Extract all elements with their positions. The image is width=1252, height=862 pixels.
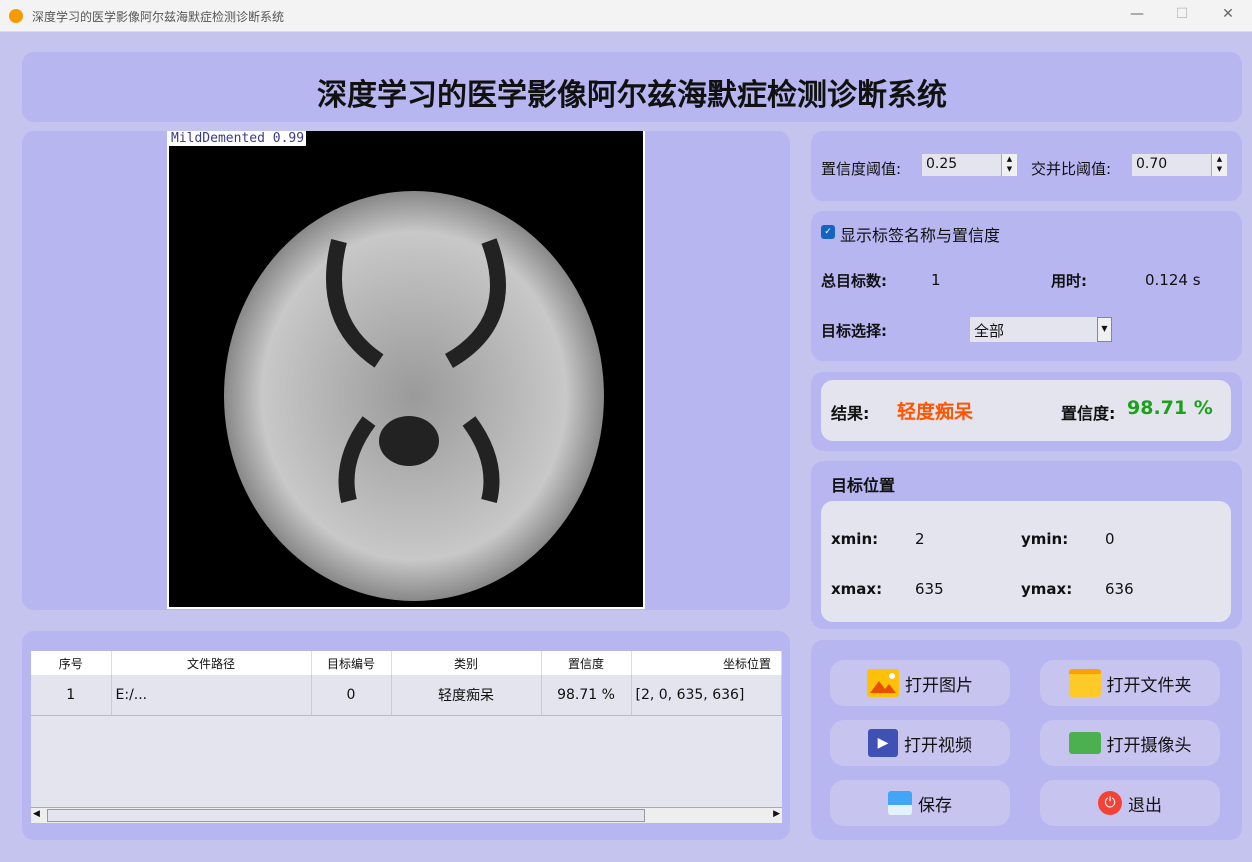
total-targets-label: 总目标数: xyxy=(821,272,887,290)
page-title: 深度学习的医学影像阿尔兹海默症检测诊断系统 xyxy=(317,78,947,113)
ymin-value: 0 xyxy=(1105,530,1115,548)
horizontal-scrollbar[interactable]: ◀ ▶ xyxy=(31,807,782,823)
position-box: xmin: 2 ymin: 0 xmax: 635 ymax: 636 xyxy=(821,501,1231,622)
conf-threshold-value: 0.25 xyxy=(926,156,958,172)
camera-icon xyxy=(1068,732,1101,754)
open-image-label: 打开图片 xyxy=(905,675,973,696)
target-select-dropdown[interactable]: 全部 ▼ xyxy=(970,317,1112,342)
xmin-value: 2 xyxy=(915,530,925,548)
open-folder-button[interactable]: 打开文件夹 xyxy=(1040,660,1220,706)
cell-path: E:/... xyxy=(111,675,312,716)
xmin-label: xmin: xyxy=(831,530,879,548)
exit-label: 退出 xyxy=(1128,795,1162,816)
time-value: 0.124 s xyxy=(1145,271,1201,289)
table-row[interactable]: 1 E:/... 0 轻度痴呆 98.71 % [2, 0, 635, 636] xyxy=(31,675,782,716)
table-panel: 序号 文件路径 目标编号 类别 置信度 坐标位置 1 E:/... 0 轻度痴呆… xyxy=(22,631,790,840)
scroll-left-icon[interactable]: ◀ xyxy=(33,809,40,819)
folder-icon xyxy=(1068,669,1101,697)
result-confidence-value: 98.71 % xyxy=(1127,397,1213,419)
target-select-label: 目标选择: xyxy=(821,322,887,340)
open-folder-label: 打开文件夹 xyxy=(1106,675,1192,696)
save-icon xyxy=(888,791,912,815)
iou-threshold-input[interactable]: 0.70 ▲ ▼ xyxy=(1132,154,1227,176)
open-video-button[interactable]: ▶ 打开视频 xyxy=(830,720,1010,766)
result-confidence-label: 置信度: xyxy=(1061,404,1116,423)
open-image-button[interactable]: 打开图片 xyxy=(830,660,1010,706)
close-button[interactable]: ✕ xyxy=(1213,6,1243,22)
show-label-text: 显示标签名称与置信度 xyxy=(840,226,1001,245)
position-panel: 目标位置 xmin: 2 ymin: 0 xmax: 635 ymax: 636 xyxy=(811,461,1242,629)
ymin-label: ymin: xyxy=(1021,530,1069,548)
ymax-value: 636 xyxy=(1105,580,1134,598)
conf-threshold-input[interactable]: 0.25 ▲ ▼ xyxy=(922,154,1017,176)
chevron-down-icon[interactable]: ▼ xyxy=(1097,317,1112,342)
col-path[interactable]: 文件路径 xyxy=(111,651,312,675)
image-icon xyxy=(867,669,899,697)
spinner-arrows-icon[interactable]: ▲ ▼ xyxy=(1001,154,1017,176)
result-label: 结果: xyxy=(831,404,870,423)
spinner-arrows-icon[interactable]: ▲ ▼ xyxy=(1211,154,1227,176)
cell-target-id: 0 xyxy=(311,675,392,716)
brain-scan-image xyxy=(224,191,604,601)
detection-label: MildDemented 0.99 xyxy=(169,131,307,146)
iou-threshold-label: 交并比阈值: xyxy=(1031,160,1112,178)
power-icon: ⏻ xyxy=(1098,791,1122,815)
scrollbar-thumb[interactable] xyxy=(47,809,645,822)
mri-image: MildDemented 0.99 xyxy=(167,131,645,609)
total-targets-value: 1 xyxy=(931,271,941,289)
table-header: 序号 文件路径 目标编号 类别 置信度 坐标位置 xyxy=(31,651,782,675)
xmax-label: xmax: xyxy=(831,580,883,598)
col-confidence[interactable]: 置信度 xyxy=(541,651,632,675)
open-camera-button[interactable]: 打开摄像头 xyxy=(1040,720,1220,766)
image-panel: MildDemented 0.99 xyxy=(22,131,790,610)
open-video-label: 打开视频 xyxy=(904,735,972,756)
result-panel: 结果: 轻度痴呆 置信度: 98.71 % xyxy=(811,372,1242,451)
results-table[interactable]: 序号 文件路径 目标编号 类别 置信度 坐标位置 1 E:/... 0 轻度痴呆… xyxy=(31,651,782,823)
minimize-button[interactable]: — xyxy=(1122,6,1152,22)
xmax-value: 635 xyxy=(915,580,944,598)
ymax-label: ymax: xyxy=(1021,580,1073,598)
conf-threshold-label: 置信度阈值: xyxy=(821,160,902,178)
save-label: 保存 xyxy=(918,795,952,816)
title-bar: 深度学习的医学影像阿尔兹海默症检测诊断系统 — ☐ ✕ xyxy=(0,0,1252,32)
stats-panel: ✓ 显示标签名称与置信度 总目标数: 1 用时: 0.124 s 目标选择: 全… xyxy=(811,211,1242,361)
col-target-id[interactable]: 目标编号 xyxy=(311,651,392,675)
col-coords[interactable]: 坐标位置 xyxy=(631,651,782,675)
header-panel: 深度学习的医学影像阿尔兹海默症检测诊断系统 xyxy=(22,52,1242,122)
exit-button[interactable]: ⏻ 退出 xyxy=(1040,780,1220,826)
threshold-panel: 置信度阈值: 0.25 ▲ ▼ 交并比阈值: 0.70 ▲ ▼ xyxy=(811,131,1242,201)
show-label-checkbox[interactable]: ✓ xyxy=(821,225,835,239)
save-button[interactable]: 保存 xyxy=(830,780,1010,826)
result-box: 结果: 轻度痴呆 置信度: 98.71 % xyxy=(821,380,1231,441)
cell-coords: [2, 0, 635, 636] xyxy=(631,675,782,716)
position-title: 目标位置 xyxy=(831,476,896,495)
iou-threshold-value: 0.70 xyxy=(1136,156,1168,172)
window-title: 深度学习的医学影像阿尔兹海默症检测诊断系统 xyxy=(32,10,285,24)
app-icon xyxy=(9,9,23,23)
cell-confidence: 98.71 % xyxy=(541,675,632,716)
maximize-button[interactable]: ☐ xyxy=(1167,6,1197,22)
cell-index: 1 xyxy=(31,675,112,716)
time-label: 用时: xyxy=(1051,272,1087,290)
target-select-value: 全部 xyxy=(974,322,1005,340)
col-index[interactable]: 序号 xyxy=(31,651,112,675)
actions-panel: 打开图片 打开文件夹 ▶ 打开视频 打开摄像头 保存 ⏻ 退出 xyxy=(811,640,1242,840)
open-camera-label: 打开摄像头 xyxy=(1106,735,1192,756)
scroll-right-icon[interactable]: ▶ xyxy=(773,809,780,819)
result-value: 轻度痴呆 xyxy=(897,401,974,423)
cell-class: 轻度痴呆 xyxy=(391,675,542,716)
col-class[interactable]: 类别 xyxy=(391,651,542,675)
video-icon: ▶ xyxy=(868,729,898,757)
